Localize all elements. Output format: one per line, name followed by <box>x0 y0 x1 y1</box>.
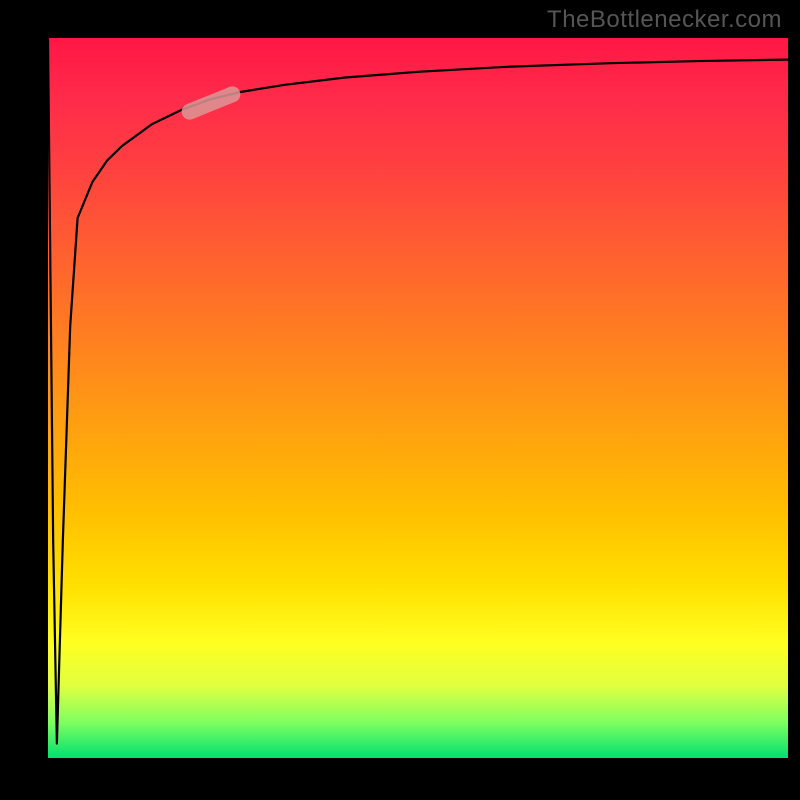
chart-plot-area <box>48 38 788 758</box>
attribution-text: TheBottlenecker.com <box>547 6 782 34</box>
highlight-marker <box>179 84 242 122</box>
bottleneck-curve <box>48 38 788 758</box>
